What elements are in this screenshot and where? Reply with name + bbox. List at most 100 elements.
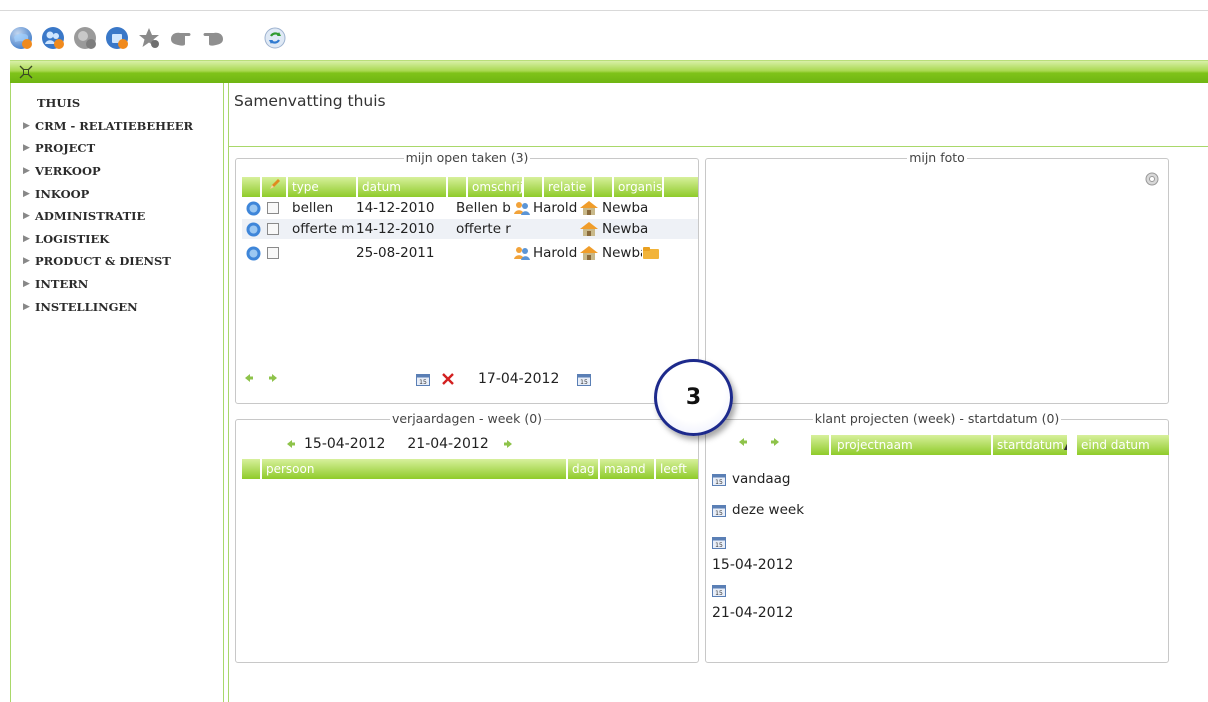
col-header-omschrijving[interactable]: omschrij xyxy=(468,177,524,197)
delete-icon[interactable] xyxy=(440,371,456,387)
birthdays-week-nav: 15-04-2012 21-04-2012 xyxy=(286,436,513,452)
star-icon[interactable] xyxy=(136,25,162,51)
panel-title: mijn foto xyxy=(907,150,967,165)
projects-nav xyxy=(738,437,780,447)
contact-icon[interactable] xyxy=(513,245,531,261)
sidebar-item-inkoop[interactable]: ▶ INKOOP xyxy=(11,182,223,205)
calendar-icon[interactable]: 15 xyxy=(712,536,726,549)
sidebar-item-product-dienst[interactable]: ▶ PRODUCT & DIENST xyxy=(11,250,223,273)
sidebar-item-label: CRM - RELATIEBEHEER xyxy=(35,118,194,133)
task-type: bellen xyxy=(292,200,334,216)
page-title: Samenvatting thuis xyxy=(234,92,386,110)
birthdays-grid-header: persoon dag maand leeft xyxy=(242,459,698,479)
sidebar-item-instellingen[interactable]: ▶ INSTELLINGEN xyxy=(11,295,223,318)
col-header-organisatie[interactable]: organis xyxy=(614,177,664,197)
table-row[interactable]: offerte m 14-12-2010 offerte r Newba xyxy=(242,219,698,239)
settings-gear-icon[interactable] xyxy=(1144,171,1160,187)
sidebar-item-thuis[interactable]: THUIS xyxy=(11,92,223,115)
filter-today[interactable]: 15 vandaag xyxy=(712,471,791,487)
task-date: 25-08-2011 xyxy=(356,245,435,261)
expand-triangle-icon: ▶ xyxy=(23,120,30,131)
info-icon[interactable] xyxy=(246,222,261,237)
table-row[interactable]: bellen 14-12-2010 Bellen b Harold Newba xyxy=(242,198,698,218)
title-divider xyxy=(229,146,1208,147)
filter-to-date[interactable]: 15 21-04-2012 xyxy=(712,584,793,621)
folder-icon[interactable] xyxy=(642,246,660,260)
people-icon[interactable] xyxy=(40,25,66,51)
header-spacer xyxy=(448,177,468,197)
calendar-icon[interactable]: 15 xyxy=(712,584,726,597)
arrow-right-icon[interactable] xyxy=(503,439,513,449)
week-end-date: 21-04-2012 xyxy=(407,436,489,452)
sidebar-item-verkoop[interactable]: ▶ VERKOOP xyxy=(11,160,223,183)
main-toolbar xyxy=(8,20,288,56)
sidebar-item-intern[interactable]: ▶ INTERN xyxy=(11,273,223,296)
sidebar-nav: THUIS ▶ CRM - RELATIEBEHEER ▶ PROJECT ▶ VER… xyxy=(11,83,223,318)
filter-from-date-value: 15-04-2012 xyxy=(712,557,794,573)
task-date: 14-12-2010 xyxy=(356,200,435,216)
col-header-eind-datum[interactable]: eind datum xyxy=(1077,435,1167,455)
task-checkbox[interactable] xyxy=(267,247,279,259)
col-header-type[interactable]: type xyxy=(288,177,358,197)
contact-icon[interactable] xyxy=(513,200,531,216)
col-header-persoon[interactable]: persoon xyxy=(262,459,568,479)
info-icon[interactable] xyxy=(246,246,261,261)
home-globe-icon[interactable] xyxy=(8,25,34,51)
arrow-left-icon[interactable] xyxy=(738,437,748,447)
projects-grid-header: projectnaam startdatum▲ eind datum xyxy=(811,435,1169,455)
filter-this-week[interactable]: 15 deze week xyxy=(712,502,804,518)
calendar-icon[interactable]: 15 xyxy=(577,373,592,386)
sidebar-item-logistiek[interactable]: ▶ LOGISTIEK xyxy=(11,228,223,251)
sidebar-item-project[interactable]: ▶ PROJECT xyxy=(11,137,223,160)
filter-from-date[interactable]: 15 15-04-2012 xyxy=(712,536,793,573)
hand-left-icon[interactable] xyxy=(168,25,194,51)
header-spacer xyxy=(242,177,262,197)
open-tasks-panel: mijn open taken (3) type datum omschrij … xyxy=(235,150,699,404)
arrow-right-icon[interactable] xyxy=(268,373,278,383)
arrow-right-icon[interactable] xyxy=(770,437,780,447)
refresh-icon[interactable] xyxy=(262,25,288,51)
expand-triangle-icon: ▶ xyxy=(23,166,30,177)
sidebar-item-crm[interactable]: ▶ CRM - RELATIEBEHEER xyxy=(11,115,223,138)
sidebar-item-label: INTERN xyxy=(35,277,89,292)
tasks-date: 17-04-2012 xyxy=(478,371,560,387)
organization-icon[interactable] xyxy=(579,200,599,216)
task-description: Bellen b xyxy=(456,200,511,216)
sidebar-item-label: LOGISTIEK xyxy=(35,231,110,246)
arrow-left-icon[interactable] xyxy=(244,373,254,383)
task-checkbox[interactable] xyxy=(267,202,279,214)
arrow-left-icon[interactable] xyxy=(286,439,296,449)
col-header-dag[interactable]: dag xyxy=(568,459,600,479)
birthdays-panel: verjaardagen - week (0) 15-04-2012 21-04… xyxy=(235,411,699,663)
svg-text:15: 15 xyxy=(715,510,723,517)
sidebar-item-administratie[interactable]: ▶ ADMINISTRATIE xyxy=(11,205,223,228)
col-header-relatie[interactable]: relatie xyxy=(544,177,594,197)
calendar-icon: 15 xyxy=(712,504,726,517)
briefcase-icon[interactable] xyxy=(104,25,130,51)
header-spacer xyxy=(664,177,688,197)
task-description: offerte r xyxy=(456,221,511,237)
col-header-startdatum[interactable]: startdatum▲ xyxy=(993,435,1069,455)
filter-this-week-label: deze week xyxy=(732,502,805,518)
expand-icon[interactable] xyxy=(18,64,34,80)
col-header-leeftijd[interactable]: leeft xyxy=(656,459,698,479)
col-header-maand[interactable]: maand xyxy=(600,459,656,479)
sidebar-item-label: THUIS xyxy=(37,96,81,111)
svg-text:15: 15 xyxy=(715,542,723,549)
organization-icon[interactable] xyxy=(579,245,599,261)
expand-triangle-icon: ▶ xyxy=(23,188,30,199)
organization-icon[interactable] xyxy=(579,221,599,237)
bubble-icon[interactable] xyxy=(72,25,98,51)
calendar-icon[interactable]: 15 xyxy=(416,373,430,386)
task-checkbox[interactable] xyxy=(267,223,279,235)
col-header-projectnaam[interactable]: projectnaam xyxy=(831,435,993,455)
table-row[interactable]: 25-08-2011 Harold Newba xyxy=(242,243,698,263)
col-header-datum[interactable]: datum xyxy=(358,177,448,197)
pencil-icon xyxy=(270,179,280,189)
hand-right-icon[interactable] xyxy=(200,25,226,51)
panel-title: mijn open taken (3) xyxy=(403,150,531,165)
header-pencil-column[interactable] xyxy=(262,177,288,197)
tasks-grid-header: type datum omschrij relatie organis xyxy=(242,177,698,197)
expand-triangle-icon: ▶ xyxy=(23,233,30,244)
info-icon[interactable] xyxy=(246,201,261,216)
